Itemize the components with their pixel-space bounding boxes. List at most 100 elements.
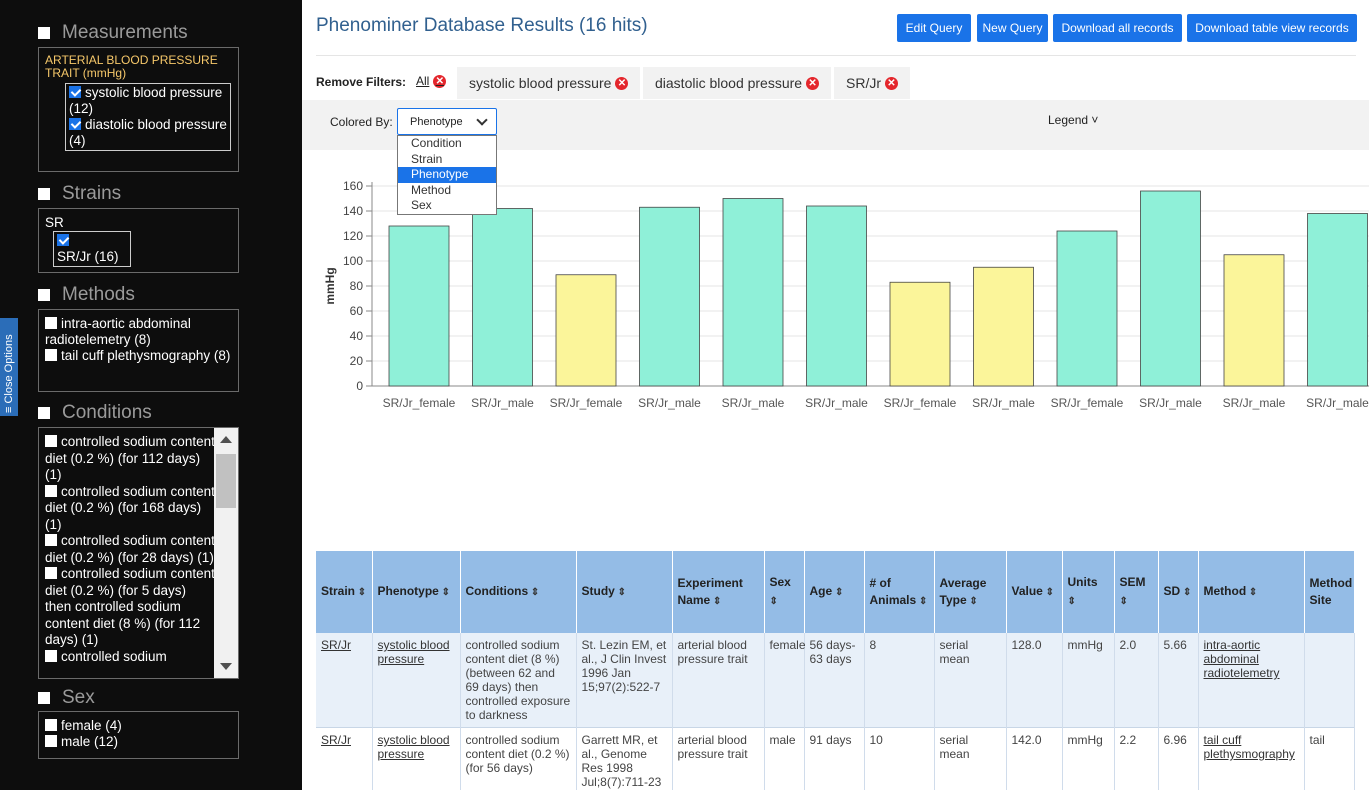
- remove-all-filter[interactable]: All ✕: [416, 74, 447, 88]
- checkbox-icon[interactable]: [45, 567, 57, 579]
- column-header[interactable]: Method Site: [1304, 551, 1355, 633]
- checkbox-icon[interactable]: [45, 484, 57, 497]
- condition-item[interactable]: controlled sodium content diet (0.2 %) (…: [45, 484, 215, 534]
- table-cell-link[interactable]: tail cuff plethysmography: [1198, 727, 1305, 790]
- option-strain[interactable]: Strain: [398, 152, 496, 168]
- remove-icon[interactable]: ✕: [433, 74, 447, 88]
- checkbox-icon[interactable]: [45, 735, 57, 747]
- sort-icon[interactable]: ⇕: [1068, 596, 1076, 607]
- methods-checkbox[interactable]: [38, 289, 50, 301]
- edit-query-button[interactable]: Edit Query: [897, 14, 971, 42]
- column-header[interactable]: Average Type ⇕: [934, 551, 1007, 633]
- conditions-checkbox[interactable]: [38, 407, 50, 419]
- column-header[interactable]: Phenotype ⇕: [372, 551, 461, 633]
- legend-toggle[interactable]: Legend ˅: [1048, 113, 1098, 127]
- column-header[interactable]: Conditions ⇕: [460, 551, 577, 633]
- checkbox-icon[interactable]: [45, 349, 57, 361]
- bar[interactable]: [1307, 213, 1368, 387]
- strain-item-srjr[interactable]: SR/Jr (16): [53, 231, 131, 267]
- checkbox-icon[interactable]: [45, 435, 57, 447]
- conditions-header[interactable]: Conditions: [38, 402, 152, 424]
- checkbox-checked-icon[interactable]: [57, 234, 69, 246]
- scroll-up-icon[interactable]: [220, 436, 232, 443]
- checkbox-checked-icon[interactable]: [69, 118, 81, 130]
- sort-icon[interactable]: ⇕: [1043, 587, 1054, 598]
- strains-header[interactable]: Strains: [38, 183, 121, 205]
- column-header[interactable]: Units ⇕: [1062, 551, 1115, 633]
- measurement-item-systolic[interactable]: systolic blood pressure (12): [69, 85, 227, 117]
- sort-icon[interactable]: ⇕: [770, 596, 778, 607]
- sort-icon[interactable]: ⇕: [710, 596, 721, 607]
- close-options-tab[interactable]: ≡ Close Options: [0, 318, 18, 416]
- sort-icon[interactable]: ⇕: [1120, 596, 1128, 607]
- condition-item[interactable]: controlled sodium content diet (0.2 %) (…: [45, 566, 215, 649]
- sort-icon[interactable]: ⇕: [528, 587, 539, 598]
- download-table-button[interactable]: Download table view records: [1187, 14, 1357, 42]
- sex-checkbox[interactable]: [38, 692, 50, 704]
- bar[interactable]: [1140, 190, 1201, 387]
- bar[interactable]: [472, 208, 533, 387]
- remove-icon[interactable]: ✕: [885, 76, 898, 90]
- sort-icon[interactable]: ⇕: [1246, 587, 1257, 598]
- methods-header[interactable]: Methods: [38, 284, 135, 306]
- column-header[interactable]: Study ⇕: [576, 551, 673, 633]
- strains-checkbox[interactable]: [38, 188, 50, 200]
- sort-icon[interactable]: ⇕: [355, 587, 366, 598]
- column-header[interactable]: Sex ⇕: [764, 551, 805, 633]
- bar[interactable]: [1056, 230, 1118, 387]
- column-header[interactable]: Strain ⇕: [316, 551, 373, 633]
- table-cell-link[interactable]: intra-aortic abdominal radiotelemetry: [1198, 633, 1305, 728]
- conditions-scrollbar[interactable]: [214, 428, 238, 678]
- bar[interactable]: [1223, 254, 1285, 387]
- sort-icon[interactable]: ⇕: [439, 587, 450, 598]
- column-header[interactable]: Value ⇕: [1006, 551, 1063, 633]
- option-condition[interactable]: Condition: [398, 136, 496, 152]
- column-header[interactable]: SEM ⇕: [1114, 551, 1159, 633]
- column-header[interactable]: Age ⇕: [804, 551, 865, 633]
- bar[interactable]: [639, 206, 700, 387]
- checkbox-icon[interactable]: [45, 649, 57, 662]
- option-method[interactable]: Method: [398, 183, 496, 199]
- condition-item[interactable]: controlled sodium content diet (0.2 %) (…: [45, 533, 215, 566]
- table-cell-link[interactable]: systolic blood pressure: [372, 727, 461, 790]
- checkbox-checked-icon[interactable]: [69, 86, 81, 98]
- remove-icon[interactable]: ✕: [615, 76, 629, 90]
- method-item[interactable]: tail cuff plethysmography (8): [45, 348, 232, 364]
- checkbox-icon[interactable]: [45, 534, 57, 546]
- table-cell-link[interactable]: SR/Jr: [316, 727, 373, 790]
- remove-icon[interactable]: ✕: [806, 76, 820, 90]
- bar[interactable]: [555, 274, 617, 387]
- sex-item-female[interactable]: female (4): [45, 718, 232, 734]
- colored-by-select[interactable]: Phenotype: [397, 108, 497, 135]
- measurements-header[interactable]: Measurements: [38, 22, 188, 44]
- column-header[interactable]: Experiment Name ⇕: [672, 551, 765, 633]
- table-cell-link[interactable]: systolic blood pressure: [372, 633, 461, 728]
- sort-icon[interactable]: ⇕: [615, 587, 626, 598]
- condition-item[interactable]: controlled sodium content diet (0.2 %) (…: [45, 434, 215, 484]
- method-item[interactable]: intra-aortic abdominal radiotelemetry (8…: [45, 316, 232, 348]
- bar[interactable]: [973, 266, 1034, 387]
- bar[interactable]: [722, 198, 784, 387]
- column-header[interactable]: Method ⇕: [1198, 551, 1305, 633]
- sort-icon[interactable]: ⇕: [832, 587, 843, 598]
- sort-icon[interactable]: ⇕: [916, 596, 927, 607]
- download-all-button[interactable]: Download all records: [1053, 14, 1182, 42]
- bar[interactable]: [388, 225, 450, 387]
- measurement-item-diastolic[interactable]: diastolic blood pressure (4): [69, 117, 227, 149]
- scroll-thumb[interactable]: [216, 454, 236, 508]
- scroll-down-icon[interactable]: [220, 663, 232, 670]
- condition-item[interactable]: controlled sodium: [45, 649, 215, 666]
- measurements-checkbox[interactable]: [38, 27, 50, 39]
- column-header[interactable]: SD ⇕: [1158, 551, 1199, 633]
- sex-item-male[interactable]: male (12): [45, 734, 232, 750]
- bar[interactable]: [806, 205, 867, 387]
- column-header[interactable]: # of Animals ⇕: [864, 551, 935, 633]
- option-phenotype[interactable]: Phenotype: [398, 167, 496, 183]
- sex-header[interactable]: Sex: [38, 687, 95, 709]
- table-cell-link[interactable]: SR/Jr: [316, 633, 373, 728]
- sort-icon[interactable]: ⇕: [1180, 587, 1191, 598]
- bar[interactable]: [889, 281, 951, 387]
- option-sex[interactable]: Sex: [398, 198, 496, 214]
- checkbox-icon[interactable]: [45, 719, 57, 731]
- checkbox-icon[interactable]: [45, 317, 57, 329]
